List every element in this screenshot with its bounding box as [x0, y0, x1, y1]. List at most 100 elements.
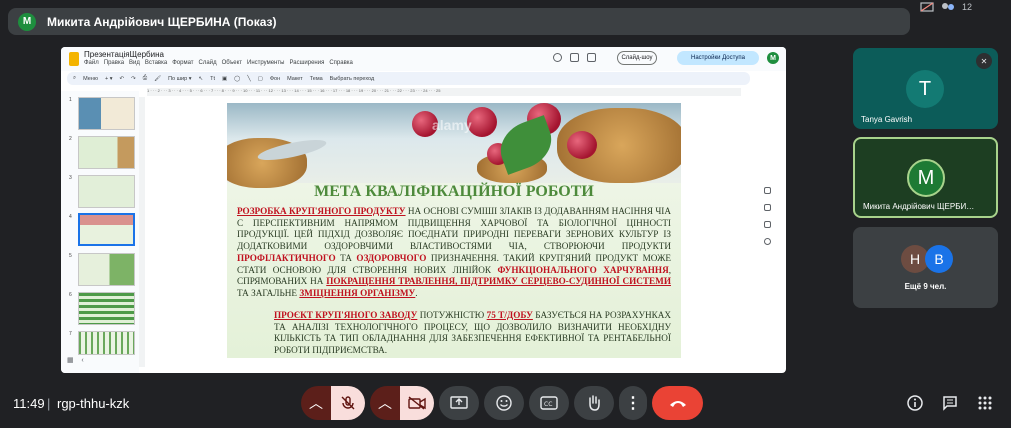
people-icon[interactable]: [940, 2, 956, 12]
more-participants-tile[interactable]: Н B Ещё 9 чел.: [853, 227, 998, 308]
captions-button[interactable]: CC: [529, 386, 569, 420]
participant-avatar: M: [907, 159, 945, 197]
highlight: 75 Т/ДОБУ: [486, 310, 533, 320]
menu-slide[interactable]: Слайд: [199, 60, 217, 66]
slide-thumbnail-2[interactable]: [78, 136, 135, 169]
participant-avatar: T: [906, 70, 944, 108]
video-call-icon[interactable]: [587, 53, 596, 62]
watermark: alamy: [432, 117, 472, 133]
camera-toggle-button[interactable]: [400, 386, 434, 420]
reactions-button[interactable]: [484, 386, 524, 420]
textbox-icon[interactable]: Tt: [210, 76, 215, 82]
screen-share-icon[interactable]: [920, 2, 934, 12]
chat-button[interactable]: [941, 394, 959, 412]
thumb-number: 5: [69, 253, 72, 259]
menu-bar: Файл Правка Вид Вставка Формат Слайд Объ…: [84, 60, 353, 66]
menu-extensions[interactable]: Расширения: [289, 60, 324, 66]
leave-call-button[interactable]: [652, 386, 703, 420]
clock: 11:49: [13, 396, 45, 411]
menu-insert[interactable]: Вставка: [145, 60, 167, 66]
thumb-number: 7: [69, 331, 72, 337]
add-slide-icon[interactable]: + ▾: [105, 76, 113, 82]
slide-thumbnail-3[interactable]: [78, 175, 135, 208]
thumb-number: 3: [69, 175, 72, 181]
zoom-select[interactable]: По шир ▾: [168, 76, 191, 82]
menu-tools[interactable]: Инструменты: [247, 60, 284, 66]
tasks-icon[interactable]: [763, 221, 771, 228]
participant-count: 12: [962, 2, 973, 12]
slide-thumbnail-1[interactable]: [78, 97, 135, 130]
calendar-icon[interactable]: [763, 187, 771, 194]
slide-canvas[interactable]: alamy МЕТА КВАЛІФІКАЦІЙНОЇ РОБОТИ РОЗРОБ…: [227, 103, 681, 358]
slides-logo-icon[interactable]: [69, 52, 79, 66]
comment-add-icon[interactable]: ▢: [258, 76, 263, 82]
presenter-title: Микита Андрійович ЩЕРБИНА (Показ): [47, 14, 277, 29]
mic-toggle-button[interactable]: [331, 386, 365, 420]
ruler-horizontal: 1 · · · 2 · · · 3 · · · 4 · · · 5 · · · …: [147, 88, 741, 96]
slide-thumbnail-5[interactable]: [78, 253, 135, 286]
mic-options-button[interactable]: ︿: [301, 386, 331, 420]
paint-format-icon[interactable]: 🖌: [154, 76, 161, 82]
slide-thumbnails-panel: 1 2 3 4 5 6 7: [61, 91, 139, 373]
account-avatar[interactable]: M: [767, 52, 779, 64]
slides-toolbar: ⌕ Меню + ▾ ↶ ↷ ⎙ 🖌 По шир ▾ ↖ Tt ▣ ◯ ╲ ▢…: [67, 72, 750, 85]
keep-icon[interactable]: [763, 204, 771, 211]
toolbar-transition[interactable]: Выбрать переход: [330, 76, 375, 82]
comment-icon[interactable]: [570, 53, 579, 62]
toolbar-theme[interactable]: Тема: [310, 76, 323, 82]
menu-format[interactable]: Формат: [172, 60, 193, 66]
highlight: ПРОФІЛАКТИЧНОГО: [237, 252, 336, 263]
participant-name: Микита Андрійович ЩЕРБИ…: [863, 202, 975, 211]
line-icon[interactable]: ╲: [247, 76, 250, 82]
raise-hand-button[interactable]: [574, 386, 614, 420]
mic-off-icon: ✕: [976, 53, 992, 69]
more-options-button[interactable]: ⋮: [619, 386, 647, 420]
menu-edit[interactable]: Правка: [104, 60, 124, 66]
slide-thumbnail-7[interactable]: [78, 331, 135, 355]
highlight: ПОКРАЩЕННЯ ТРАВЛЕННЯ, ПІДТРИМКУ СЕРЦЕВО-…: [326, 276, 671, 287]
share-access-button[interactable]: Настройки Доступа: [677, 51, 759, 65]
highlight: ПРОЄКТ КРУП'ЯНОГО ЗАВОДУ: [274, 310, 418, 320]
more-vertical-icon: ⋮: [625, 395, 641, 412]
highlight: РОЗРОБКА КРУП'ЯНОГО ПРОДУКТУ: [237, 206, 406, 216]
thumb-number: 2: [69, 136, 72, 142]
activities-button[interactable]: [976, 394, 994, 412]
ruler-vertical: [139, 97, 145, 367]
slide-thumbnail-6[interactable]: [78, 292, 135, 325]
toolbar-menu[interactable]: Меню: [83, 76, 98, 82]
thumb-view-toggle-icon[interactable]: ▦ ‹: [67, 356, 84, 364]
select-icon[interactable]: ↖: [198, 76, 203, 82]
undo-icon[interactable]: ↶: [119, 76, 124, 82]
mic-off-icon: [341, 396, 355, 410]
document-title[interactable]: ПрезентаціяЩербина: [84, 50, 164, 59]
slides-header: ПрезентаціяЩербина Файл Правка Вид Встав…: [61, 47, 786, 71]
present-icon: [450, 396, 468, 409]
camera-options-button[interactable]: ︿: [370, 386, 400, 420]
thumb-number: 1: [69, 97, 72, 103]
toolbar-background[interactable]: Фон: [270, 76, 280, 82]
meeting-code[interactable]: rgp-thhu-kzk: [57, 396, 129, 411]
header-icons: [553, 53, 596, 62]
slideshow-button[interactable]: Слайд-шоу: [617, 51, 657, 65]
hang-up-icon: [669, 401, 686, 407]
menu-object[interactable]: Объект: [222, 60, 242, 66]
toolbar-layout[interactable]: Макет: [287, 76, 303, 82]
redo-icon[interactable]: ↷: [131, 76, 136, 82]
shape-icon[interactable]: ◯: [234, 76, 240, 82]
participant-tile-tanya[interactable]: T ✕ Tanya Gavrish: [853, 48, 998, 129]
menu-view[interactable]: Вид: [129, 60, 140, 66]
contacts-icon[interactable]: [763, 238, 771, 245]
menu-help[interactable]: Справка: [329, 60, 353, 66]
slide-paragraph-2: ПРОЄКТ КРУП'ЯНОГО ЗАВОДУ ПОТУЖНІСТЮ 75 Т…: [274, 310, 671, 357]
history-icon[interactable]: [553, 53, 562, 62]
menu-file[interactable]: Файл: [84, 60, 99, 66]
search-menu-icon[interactable]: ⌕: [73, 75, 76, 82]
participant-tile-mykyta[interactable]: M Микита Андрійович ЩЕРБИ…: [853, 137, 998, 218]
image-icon[interactable]: ▣: [222, 76, 227, 82]
text: ПОТУЖНІСТЮ: [417, 310, 487, 320]
info-button[interactable]: [906, 394, 924, 412]
apps-grid-icon: [978, 396, 992, 410]
print-icon[interactable]: ⎙: [143, 75, 147, 82]
slide-thumbnail-4-selected[interactable]: [78, 213, 135, 246]
present-screen-button[interactable]: [439, 386, 479, 420]
